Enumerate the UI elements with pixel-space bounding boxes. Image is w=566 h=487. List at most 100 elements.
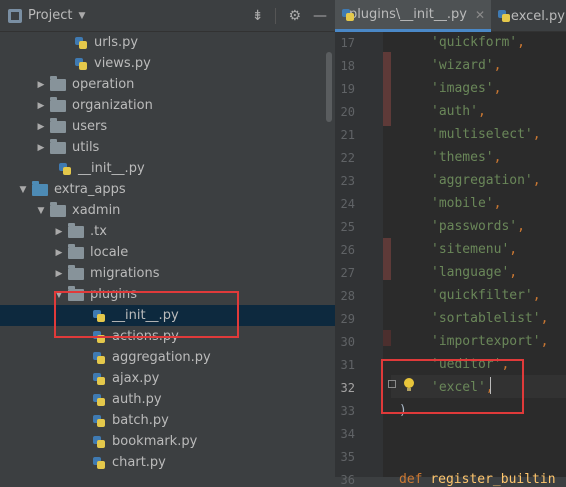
python-file-icon [92, 435, 106, 449]
expand-right-icon[interactable]: ▶ [36, 143, 46, 153]
tab-label: excel.py [510, 8, 565, 24]
comma: , [493, 58, 502, 73]
tree-folder-item[interactable]: ▶ users [0, 116, 335, 137]
tree-item-label: organization [72, 98, 153, 113]
tree-file-item[interactable]: __init__.py [0, 158, 335, 179]
code-line: 'sortablelist', [431, 311, 548, 326]
tree-item-label: chart.py [112, 455, 166, 470]
folder-icon [50, 117, 66, 133]
folder-icon [50, 201, 66, 217]
line-number: 29 [340, 312, 355, 326]
line-number: 34 [340, 427, 355, 441]
tree-file-item[interactable]: urls.py [0, 32, 335, 53]
project-icon [8, 8, 22, 23]
tree-folder-item[interactable]: ▶ locale [0, 242, 335, 263]
comma: , [477, 104, 486, 119]
tab-label: plugins\__init__.py [348, 7, 467, 22]
close-icon[interactable]: ✕ [475, 8, 485, 22]
expand-right-icon[interactable]: ▶ [54, 227, 64, 237]
tree-item-label: xadmin [72, 203, 121, 218]
folder-icon [68, 243, 84, 259]
line-number: 18 [340, 59, 355, 73]
line-number: 32 [340, 381, 355, 395]
code-line: 'importexport', [431, 334, 548, 349]
tree-item-label: locale [90, 245, 129, 260]
editor-panel: plugins\__init__.py ✕ excel.py 17 18 19 20 2… [335, 0, 566, 487]
tree-file-item[interactable]: chart.py [0, 452, 335, 473]
comma: , [493, 150, 502, 165]
expand-right-icon[interactable]: ▶ [54, 248, 64, 258]
expand-right-icon[interactable]: ▶ [36, 80, 46, 90]
line-number: 33 [340, 404, 355, 418]
change-marker [383, 238, 391, 280]
tree-item-label: auth.py [112, 392, 162, 407]
tree-item-label: views.py [94, 56, 151, 71]
chevron-down-icon: ▼ [78, 10, 86, 21]
string-literal: 'language' [431, 265, 510, 280]
tree-file-item[interactable]: auth.py [0, 389, 335, 410]
tree-folder-item[interactable]: ▶ utils [0, 137, 335, 158]
line-number: 23 [340, 174, 355, 188]
code-line: 'auth', [431, 104, 486, 119]
folder-icon [50, 96, 66, 112]
tree-folder-item[interactable]: ▼ extra_apps [0, 179, 335, 200]
tree-file-item[interactable]: bookmark.py [0, 431, 335, 452]
python-file-icon [58, 162, 72, 176]
comma: , [540, 334, 549, 349]
line-number: 30 [340, 335, 355, 349]
change-marker [383, 330, 391, 346]
line-number: 20 [340, 105, 355, 119]
expand-down-icon[interactable]: ▼ [36, 206, 46, 216]
string-literal: 'multiselect' [431, 127, 533, 142]
tab-excel[interactable]: excel.py [491, 0, 566, 32]
tree-file-item[interactable]: batch.py [0, 410, 335, 431]
tree-folder-item[interactable]: ▼ xadmin [0, 200, 335, 221]
collapse-all-icon[interactable]: ⇟ [252, 8, 264, 24]
python-file-icon [497, 9, 510, 23]
comma: , [509, 242, 518, 257]
hide-icon[interactable]: — [313, 8, 327, 24]
code-line: 'quickform', [431, 35, 525, 50]
string-literal: 'aggregation' [431, 173, 533, 188]
annotation-box-init [54, 291, 239, 338]
tree-file-item[interactable]: ajax.py [0, 368, 335, 389]
tree-file-item[interactable]: aggregation.py [0, 347, 335, 368]
tree-item-label: batch.py [112, 413, 169, 428]
code-line: 'themes', [431, 150, 501, 165]
gear-icon[interactable]: ⚙ [288, 8, 301, 24]
tree-folder-item[interactable]: ▶ migrations [0, 263, 335, 284]
project-view-selector[interactable]: Project ▼ [8, 8, 85, 23]
line-number: 22 [340, 151, 355, 165]
comma: , [532, 288, 541, 303]
python-file-icon [341, 8, 354, 22]
line-number: 27 [340, 266, 355, 280]
editor-tabs: plugins\__init__.py ✕ excel.py [335, 0, 566, 32]
tree-file-item[interactable]: views.py [0, 53, 335, 74]
folder-icon [68, 264, 84, 280]
tree-item-label: operation [72, 77, 135, 92]
tree-scrollbar[interactable] [326, 52, 332, 122]
keyword: def [399, 472, 431, 487]
python-file-icon [92, 372, 106, 386]
expand-down-icon[interactable]: ▼ [18, 185, 28, 195]
string-literal: 'images' [431, 81, 494, 96]
comma: , [509, 265, 518, 280]
tree-folder-item[interactable]: ▶ .tx [0, 221, 335, 242]
line-number-gutter: 17 18 19 20 21 22 23 24 25 26 27 28 29 30 31 32 33 34 35 36 [335, 32, 383, 487]
expand-right-icon[interactable]: ▶ [54, 269, 64, 279]
code-line: 'multiselect', [431, 127, 541, 142]
string-literal: 'quickform' [431, 35, 518, 50]
python-file-icon [92, 393, 106, 407]
tree-folder-item[interactable]: ▶ operation [0, 74, 335, 95]
line-number: 26 [340, 243, 355, 257]
line-number: 24 [340, 197, 355, 211]
tab-plugins-init[interactable]: plugins\__init__.py ✕ [335, 0, 491, 32]
comma: , [532, 173, 541, 188]
string-literal: 'themes' [431, 150, 494, 165]
line-number: 31 [340, 358, 355, 372]
tree-folder-item[interactable]: ▶ organization [0, 95, 335, 116]
tree-item-label: .tx [90, 224, 107, 239]
expand-right-icon[interactable]: ▶ [36, 122, 46, 132]
python-file-icon [74, 57, 88, 71]
expand-right-icon[interactable]: ▶ [36, 101, 46, 111]
